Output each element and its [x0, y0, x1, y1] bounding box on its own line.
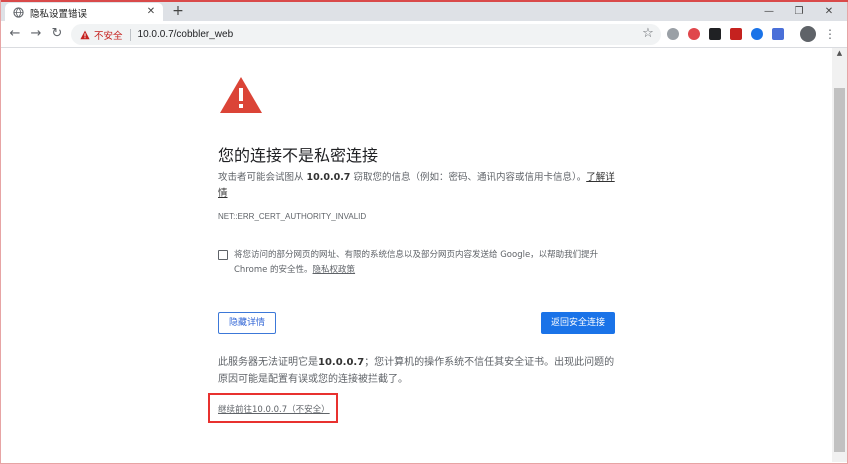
browser-window: 隐私设置错误 ✕ + — ❐ ✕ ← → ↻ 不安全 10.0.0.7/cobb… [0, 0, 848, 464]
page-title: 您的连接不是私密连接 [218, 146, 379, 165]
desc-after: 窃取您的信息（例如：密码、通讯内容或信用卡信息）。 [350, 172, 587, 183]
new-tab-button[interactable]: + [171, 4, 185, 19]
close-window-button[interactable]: ✕ [821, 5, 837, 19]
browser-toolbar: ← → ↻ 不安全 10.0.0.7/cobbler_web ☆ ⋮ [1, 21, 847, 48]
reload-button[interactable]: ↻ [49, 26, 65, 42]
maximize-button[interactable]: ❐ [791, 5, 807, 19]
error-code[interactable]: NET::ERR_CERT_AUTHORITY_INVALID [218, 212, 366, 221]
tab-privacy-error[interactable]: 隐私设置错误 ✕ [5, 3, 163, 22]
optin-label: 将您访问的部分网页的网址、有限的系统信息以及部分网页内容发送给 Google，以… [234, 248, 614, 278]
pdf-extension-icon[interactable] [730, 28, 742, 40]
scroll-up-icon[interactable]: ▲ [835, 48, 844, 58]
back-to-safety-button[interactable]: 返回安全连接 [541, 312, 615, 334]
tab-title: 隐私设置错误 [30, 8, 88, 20]
large-warning-icon [220, 77, 262, 113]
details-explanation: 此服务器无法证明它是10.0.0.7；您计算机的操作系统不信任其安全证书。出现此… [218, 354, 618, 388]
menu-icon[interactable]: ⋮ [824, 26, 836, 42]
tab-close-icon[interactable]: ✕ [145, 6, 157, 18]
desc-before: 攻击者可能会试图从 [218, 172, 307, 183]
account-avatar-icon[interactable] [800, 26, 816, 42]
address-bar[interactable]: 不安全 10.0.0.7/cobbler_web [71, 24, 661, 45]
explain-host: 10.0.0.7 [318, 357, 365, 368]
address-separator [129, 28, 131, 41]
desc-host: 10.0.0.7 [306, 172, 351, 183]
back-button[interactable]: ← [7, 26, 23, 42]
privacy-policy-link[interactable]: 隐私权政策 [313, 265, 356, 275]
attack-description: 攻击者可能会试图从 10.0.0.7 窃取您的信息（例如：密码、通讯内容或信用卡… [218, 170, 618, 202]
explain-before: 此服务器无法证明它是 [218, 357, 318, 368]
scroll-thumb[interactable] [834, 88, 845, 452]
bookmark-star-icon[interactable]: ☆ [640, 26, 656, 42]
translate-extension-icon[interactable] [772, 28, 784, 40]
optin-text: 将您访问的部分网页的网址、有限的系统信息以及部分网页内容发送给 Google，以… [234, 250, 599, 275]
hide-details-button[interactable]: 隐藏详情 [218, 312, 276, 334]
warning-triangle-icon [80, 30, 90, 39]
forward-button[interactable]: → [28, 26, 44, 42]
extension-icon-1[interactable] [667, 28, 679, 40]
globe-icon [13, 7, 24, 18]
page-content: 您的连接不是私密连接 攻击者可能会试图从 10.0.0.7 窃取您的信息（例如：… [1, 48, 832, 462]
page-scrollbar[interactable]: ▲ [832, 48, 847, 462]
url-text[interactable]: 10.0.0.7/cobbler_web [138, 29, 234, 40]
extension-icon-2[interactable] [688, 28, 700, 40]
not-secure-label[interactable]: 不安全 [94, 28, 123, 42]
extension-icon-5[interactable] [751, 28, 763, 40]
tab-strip: 隐私设置错误 ✕ + — ❐ ✕ [1, 2, 847, 22]
extension-icon-3[interactable] [709, 28, 721, 40]
optin-checkbox[interactable] [218, 250, 228, 260]
minimize-button[interactable]: — [761, 5, 777, 19]
proceed-unsafe-link[interactable]: 继续前往10.0.0.7（不安全） [218, 403, 330, 415]
